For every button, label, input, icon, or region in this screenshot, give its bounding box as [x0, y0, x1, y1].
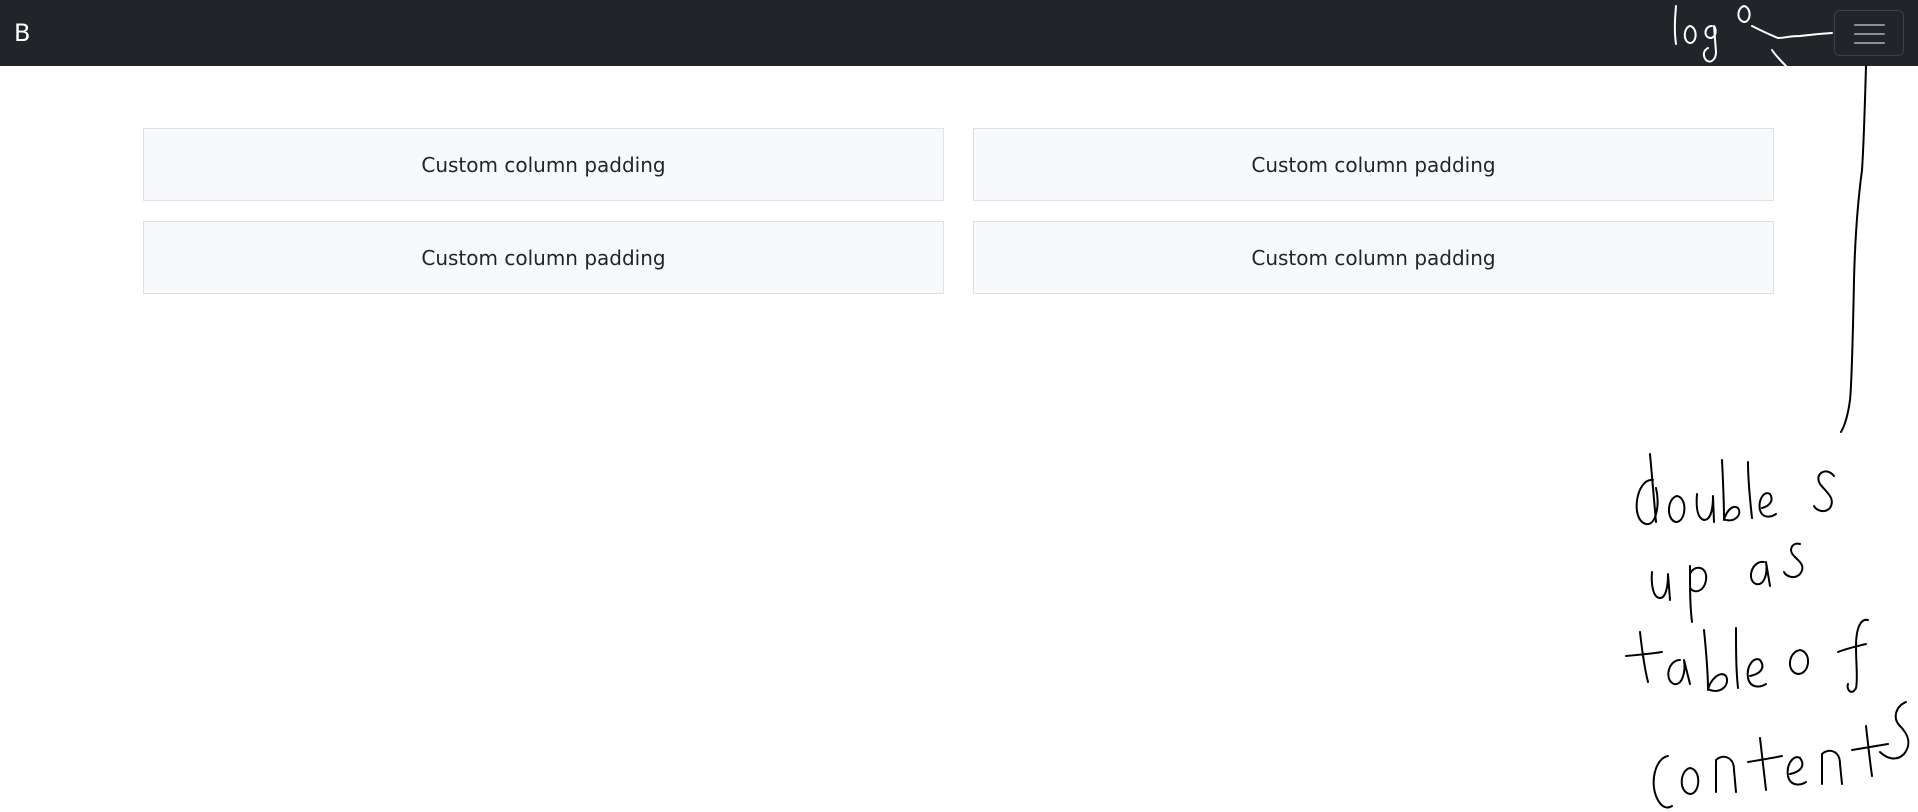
grid-cell: Custom column padding [143, 128, 944, 201]
navbar-brand[interactable]: B [14, 18, 30, 48]
annotation-handwriting [1635, 453, 1835, 526]
handwritten-annotation [1625, 5, 1910, 809]
grid-cell: Custom column padding [973, 221, 1774, 294]
grid-cell: Custom column padding [143, 221, 944, 294]
navbar-toggler-button[interactable] [1834, 10, 1904, 56]
hamburger-menu-icon-bar [1854, 33, 1885, 35]
navbar: B [0, 0, 1918, 66]
hamburger-menu-icon-bar [1854, 42, 1885, 44]
annotation-handwriting [1625, 618, 1869, 693]
annotation-handwriting [1652, 701, 1910, 809]
grid-cell: Custom column padding [973, 128, 1774, 201]
annotation-arrow-line [1840, 65, 1867, 433]
annotation-handwriting [1650, 542, 1804, 623]
hamburger-menu-icon [1854, 24, 1885, 26]
